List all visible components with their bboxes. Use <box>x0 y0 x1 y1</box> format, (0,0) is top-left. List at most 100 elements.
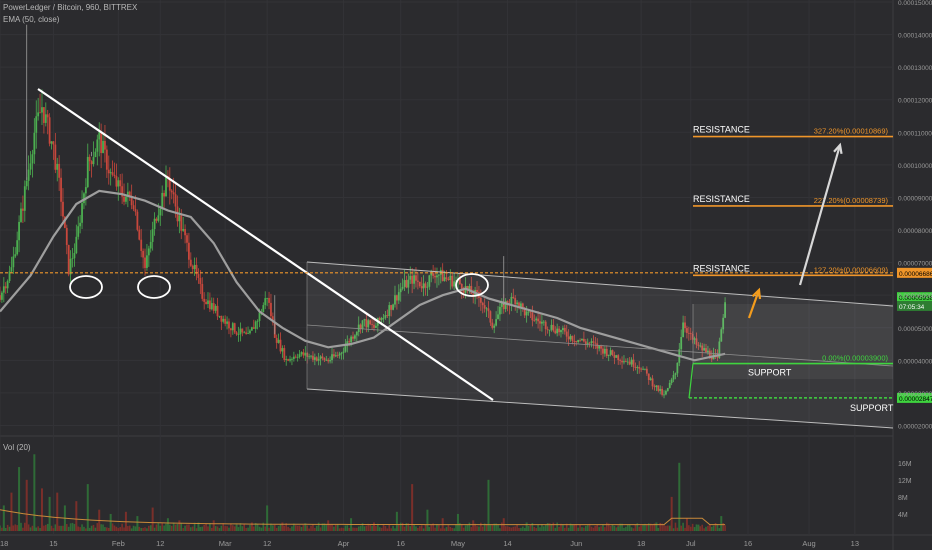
volume-bar <box>79 527 81 531</box>
volume-bar <box>415 526 417 531</box>
volume-bar <box>73 523 76 531</box>
candle-body <box>203 298 206 302</box>
volume-bar <box>12 525 15 531</box>
volume-bar <box>142 527 144 531</box>
volume-bar <box>464 525 467 531</box>
volume-bar <box>342 528 345 531</box>
volume-bar <box>148 525 150 531</box>
volume-bar <box>20 522 22 531</box>
volume-bar <box>403 526 406 531</box>
candle-body <box>151 229 154 242</box>
candle-body <box>94 151 97 158</box>
volume-spike <box>18 467 21 531</box>
volume-bar <box>62 525 64 531</box>
candle-body <box>140 239 143 251</box>
candle-body <box>256 320 259 322</box>
volume-spike <box>40 488 43 531</box>
volume-bar <box>4 527 7 531</box>
volume-bar <box>161 523 163 531</box>
volume-bar <box>533 526 536 531</box>
volume-spike <box>640 525 643 531</box>
candle-body <box>142 250 145 258</box>
x-tick-label: Apr <box>338 539 350 548</box>
volume-bar <box>468 522 471 531</box>
candle-body <box>182 229 185 231</box>
volume-bar <box>182 528 184 531</box>
price-chart[interactable]: 327.20%(0.00010869)RESISTANCE227.20%(0.0… <box>0 0 932 550</box>
volume-bar <box>35 527 38 531</box>
volume-bar <box>497 524 499 531</box>
volume-bar <box>159 525 162 531</box>
candle-body <box>174 194 177 207</box>
candle-body <box>18 221 20 241</box>
candle-body <box>107 169 110 174</box>
volume-bar <box>140 527 143 531</box>
candle-body <box>170 190 173 193</box>
volume-spike <box>235 524 238 531</box>
y-tick-label: 0.00011000 <box>898 130 932 137</box>
volume-bar <box>378 527 381 531</box>
volume-bar <box>489 525 492 531</box>
volume-bar <box>294 525 297 531</box>
volume-bar <box>296 525 299 531</box>
candle-body <box>115 176 118 187</box>
candle-body <box>84 187 87 194</box>
volume-bar <box>130 528 133 531</box>
candle-body <box>25 180 28 187</box>
volume-spike <box>109 513 112 531</box>
volume-bar <box>449 526 452 531</box>
volume-bar <box>394 528 396 531</box>
volume-bar <box>44 524 47 531</box>
candle-body <box>291 358 293 360</box>
resistance-label: RESISTANCE <box>693 263 750 273</box>
volume-bar <box>14 524 17 531</box>
y-tick-label: 0.00014000 <box>898 33 932 40</box>
candle-body <box>86 156 89 188</box>
volume-bar <box>632 528 635 531</box>
volume-bar <box>31 525 34 531</box>
candle-body <box>247 333 249 335</box>
volume-bar <box>117 528 120 531</box>
candle-body <box>268 297 270 303</box>
candle-body <box>216 305 219 317</box>
volume-spike <box>617 526 620 531</box>
candle-body <box>226 321 228 324</box>
x-tick-label: 16 <box>397 539 405 548</box>
volume-spike <box>372 522 375 531</box>
volume-bar <box>356 527 358 531</box>
volume-bar <box>470 527 473 531</box>
volume-spike <box>571 524 574 531</box>
volume-bar <box>420 525 423 531</box>
volume-bar <box>365 525 368 531</box>
volume-bar <box>611 524 614 531</box>
y-tick-label: 0.00010000 <box>898 163 932 170</box>
candle-body <box>23 186 26 211</box>
volume-bar <box>132 525 135 531</box>
volume-bar <box>600 526 602 531</box>
candle-body <box>157 215 160 221</box>
volume-bar <box>541 524 543 531</box>
candle-body <box>266 297 269 299</box>
volume-bar <box>586 525 589 531</box>
volume-bar <box>60 525 62 531</box>
y-tick-label: 0.00012000 <box>898 98 932 105</box>
volume-bar <box>575 524 578 531</box>
volume-spike <box>411 484 414 531</box>
volume-bar <box>701 524 703 531</box>
candle-body <box>111 172 114 175</box>
volume-bar <box>552 522 555 531</box>
volume-bar <box>413 525 415 531</box>
volume-bar <box>329 524 331 531</box>
volume-bar <box>592 527 595 531</box>
volume-bar <box>418 526 421 531</box>
volume-bar <box>260 527 263 531</box>
volume-bar <box>134 526 137 531</box>
volume-bar <box>174 524 177 531</box>
volume-bar <box>176 523 179 531</box>
x-tick-label: 18 <box>637 539 645 548</box>
volume-bar <box>306 525 309 531</box>
volume-bar <box>193 522 196 531</box>
volume-bar <box>577 527 579 531</box>
candle-body <box>241 328 244 333</box>
candle-body <box>54 144 57 170</box>
